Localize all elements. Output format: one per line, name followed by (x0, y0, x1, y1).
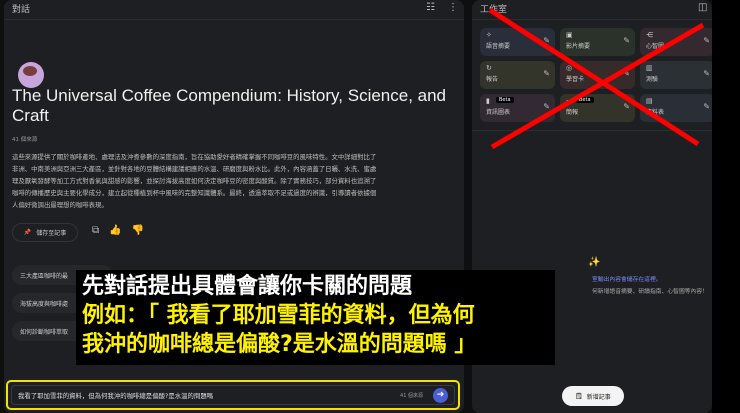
copy-icon[interactable]: ⧉ (92, 225, 99, 236)
beta-badge: Beta (576, 97, 594, 103)
new-note-label: 新增記事 (586, 393, 611, 401)
tile-icon: ↻ (486, 64, 492, 72)
chat-header: 對話 (12, 5, 31, 15)
source-count: 41 個來源 (12, 137, 38, 143)
edit-icon[interactable]: ✎ (703, 102, 710, 111)
chat-input[interactable]: 我看了耶加雪菲的資料，但為何我沖的咖啡總是偏酸?是水溫的問題嗎 (18, 391, 400, 400)
studio-tile[interactable]: ▣ 影片摘要 ✎ (560, 28, 635, 56)
empty-state-title: 室輸出內容會儲存在這裡。 (592, 277, 662, 283)
thumbs-up-icon[interactable]: 👍 (109, 225, 121, 236)
tile-icon: ⋲ (646, 31, 653, 39)
screen-edge (712, 0, 740, 413)
edit-icon[interactable]: ✎ (543, 36, 550, 45)
tile-icon: ▣ (566, 31, 573, 39)
studio-tile[interactable]: ✧ 語音摘要 ✎ (480, 28, 555, 56)
more-icon[interactable]: ⋮ (448, 2, 458, 13)
tile-icon: ▤ (646, 97, 653, 105)
edit-icon[interactable]: ✎ (703, 69, 710, 78)
studio-tile[interactable]: ▮ 資訊圖表 Beta ✎ (480, 94, 555, 122)
divider (472, 130, 712, 131)
studio-tile[interactable]: ⋲ 心智圖 ✎ (640, 28, 715, 56)
edit-icon[interactable]: ✎ (623, 102, 630, 111)
tile-label: 學習卡 (566, 76, 585, 83)
coffee-cup-icon (18, 62, 44, 88)
tile-label: 報告 (486, 76, 499, 83)
send-button[interactable]: ➜ (433, 387, 448, 403)
tile-icon: ✧ (486, 31, 492, 39)
divider (472, 19, 712, 20)
caption-overlay: 先對話提出具體會讓你卡關的問題 例如：「 我看了耶加雪菲的資料，但為何 我沖的咖… (76, 270, 555, 365)
edit-icon[interactable]: ✎ (623, 69, 630, 78)
tile-label: 心智圖 (646, 43, 665, 50)
edit-icon[interactable]: ✎ (543, 69, 550, 78)
studio-header: 工作室 (480, 5, 508, 15)
studio-tile[interactable]: ◎ 學習卡 ✎ (560, 61, 635, 89)
tile-label: 資訊圖表 (486, 109, 511, 116)
tile-label: 測驗 (646, 76, 659, 83)
studio-tile[interactable]: ↻ 報告 ✎ (480, 61, 555, 89)
chat-input-box[interactable]: 我看了耶加雪菲的資料，但為何我沖的咖啡總是偏酸?是水溫的問題嗎 41 個來源 ➜ (6, 380, 460, 410)
pin-icon: 📌 (23, 229, 32, 236)
studio-tile[interactable]: ▭ 簡報 Beta ✎ (560, 94, 635, 122)
beta-badge: Beta (496, 97, 514, 103)
input-source-count: 41 個來源 (400, 392, 423, 399)
magic-wand-icon: ✨ (588, 257, 601, 268)
empty-state-hint: 何新增語音摘要、研讀指南、心智圖等內容！ (592, 289, 708, 295)
tile-label: 簡報 (566, 109, 579, 116)
new-note-button[interactable]: 🗒 新增記事 (562, 386, 624, 406)
tile-label: 資料表 (646, 109, 665, 116)
studio-tile[interactable]: ▤ 資料表 ✎ (640, 94, 715, 122)
thumbs-down-icon[interactable]: 👎 (132, 225, 144, 236)
tile-label: 影片摘要 (566, 43, 591, 50)
tile-label: 語音摘要 (486, 43, 511, 50)
caption-line: 先對話提出具體會讓你卡關的問題 (82, 274, 413, 299)
save-to-note-button[interactable]: 📌 儲存至記事 (12, 223, 78, 242)
tune-icon[interactable]: ☷ (426, 2, 435, 13)
notebook-title: The Universal Coffee Compendium: History… (12, 86, 447, 125)
divider (4, 19, 464, 20)
tile-icon: ▥ (646, 64, 653, 72)
notebook-summary: 這些來源提供了關於咖啡產地、處理法及沖煮參數的深度指南，旨在協助愛好者精確掌握不… (12, 153, 377, 209)
caption-line: 例如：「 我看了耶加雪菲的資料，但為何 (82, 303, 475, 328)
collapse-panel-icon[interactable]: ◫ (698, 2, 707, 13)
caption-line: 我沖的咖啡總是偏酸?是水溫的問題嗎 」 (82, 332, 477, 357)
edit-icon[interactable]: ✎ (703, 36, 710, 45)
tile-icon: ◎ (566, 64, 573, 72)
edit-icon[interactable]: ✎ (623, 36, 630, 45)
edit-icon[interactable]: ✎ (543, 102, 550, 111)
note-icon: 🗒 (575, 392, 583, 400)
studio-tile[interactable]: ▥ 測驗 ✎ (640, 61, 715, 89)
save-label: 儲存至記事 (36, 230, 67, 237)
